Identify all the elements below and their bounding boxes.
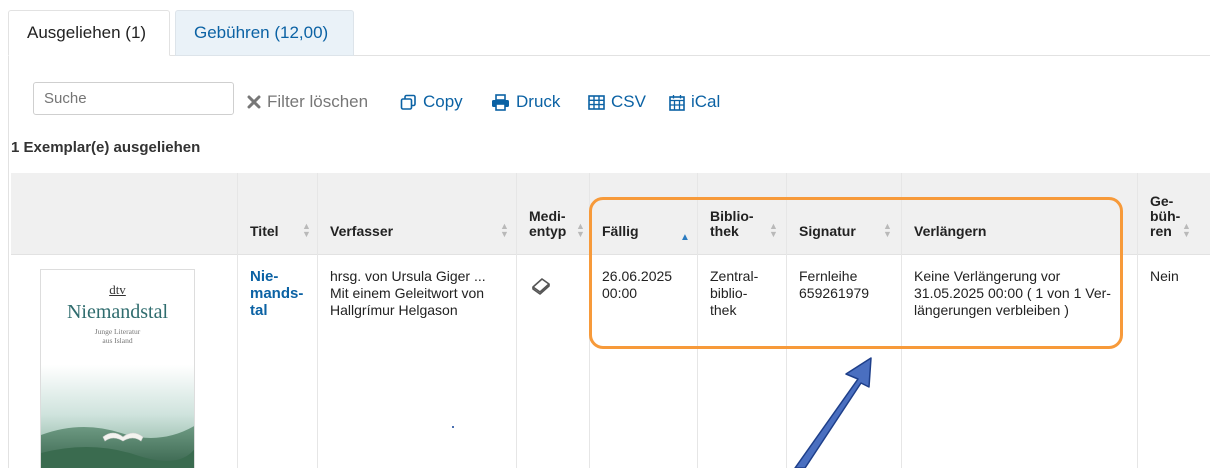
col-author-label: Verfasser bbox=[330, 223, 394, 239]
due-date: 26.06.2025 bbox=[602, 268, 673, 284]
col-renew-label: Verlängern bbox=[914, 223, 987, 239]
sort-icon: ▲ ▼ bbox=[1182, 221, 1191, 239]
ical-label: iCal bbox=[691, 92, 721, 111]
col-library-label: Biblio- thek bbox=[710, 209, 754, 239]
library-line: Zentral- bbox=[710, 268, 759, 284]
book-cover-image[interactable]: dtv Niemandstal Junge Literatur aus Isla… bbox=[40, 269, 195, 468]
col-cover bbox=[11, 173, 237, 255]
sort-icon: ▲ ▼ bbox=[500, 221, 509, 239]
col-fees-label-line: büh- bbox=[1150, 208, 1181, 224]
sort-icon: ▲ ▼ bbox=[883, 221, 892, 239]
table-header: Titel ▲ ▼ Verfasser ▲ ▼ Medi- entyp ▲ ▼ Fäl… bbox=[11, 173, 1210, 255]
sort-icon: ▲ ▼ bbox=[576, 221, 585, 239]
cover-publisher: dtv bbox=[109, 282, 126, 297]
title-link[interactable]: Nie- mands- tal bbox=[250, 268, 303, 319]
author-line: Hallgrímur Helgason bbox=[330, 302, 458, 318]
col-media-type-label-line: Medi- bbox=[529, 208, 566, 224]
print-label: Druck bbox=[516, 92, 561, 111]
author-line: hrsg. von Ursula Giger ... bbox=[330, 268, 486, 284]
cell-title: Nie- mands- tal bbox=[237, 255, 317, 468]
title-line: Nie- bbox=[250, 268, 279, 285]
col-renew: Verlängern bbox=[901, 173, 1137, 255]
col-shelfmark-label: Signatur bbox=[799, 223, 856, 239]
sort-icon: ▲ ▼ bbox=[769, 221, 778, 239]
cell-due: 26.06.2025 00:00 bbox=[589, 255, 697, 468]
ical-button[interactable]: iCal bbox=[669, 92, 720, 112]
col-media-type[interactable]: Medi- entyp ▲ ▼ bbox=[516, 173, 589, 255]
author-line: Mit einem Geleitwort von bbox=[330, 285, 485, 301]
cell-renew: Keine Verlängerung vor 31.05.2025 00:00 … bbox=[901, 255, 1137, 468]
sort-asc-icon: ▲ bbox=[680, 232, 690, 243]
cover-title: Niemandstal bbox=[66, 301, 169, 323]
copy-icon bbox=[400, 94, 417, 111]
cell-media-type bbox=[516, 255, 589, 468]
title-line: mands- bbox=[250, 285, 304, 302]
cell-library: Zentral- biblio- thek bbox=[697, 255, 786, 468]
cover-subtitle-line: Junge Literatur bbox=[94, 327, 141, 336]
close-x-icon bbox=[247, 95, 261, 109]
stray-dot bbox=[452, 426, 454, 428]
renew-line: Keine Verlängerung vor bbox=[914, 268, 1061, 284]
tab-gebuehren[interactable]: Gebühren (12,00) bbox=[175, 10, 354, 56]
cell-shelfmark: Fernleihe 659261979 bbox=[786, 255, 901, 468]
cover-subtitle: Junge Literatur aus Island bbox=[41, 327, 194, 345]
col-media-type-label-line: entyp bbox=[529, 223, 567, 239]
cover-landscape-illustration bbox=[41, 365, 194, 468]
col-title[interactable]: Titel ▲ ▼ bbox=[237, 173, 317, 255]
cell-fees: Nein bbox=[1137, 255, 1210, 468]
table-icon bbox=[588, 94, 605, 110]
library-line: biblio- bbox=[710, 285, 748, 301]
col-author[interactable]: Verfasser ▲ ▼ bbox=[317, 173, 516, 255]
col-fees-label: Ge- büh- ren bbox=[1150, 194, 1180, 239]
csv-label: CSV bbox=[611, 92, 646, 111]
col-shelfmark[interactable]: Signatur ▲ ▼ bbox=[786, 173, 901, 255]
copy-label: Copy bbox=[423, 92, 463, 111]
checkout-count: 1 Exemplar(e) ausgeliehen bbox=[11, 139, 201, 156]
due-time: 00:00 bbox=[602, 285, 638, 301]
clear-filter-button[interactable]: Filter löschen bbox=[247, 92, 368, 112]
tab-ausgeliehen[interactable]: Ausgeliehen (1) bbox=[8, 10, 170, 56]
col-library[interactable]: Biblio- thek ▲ ▼ bbox=[697, 173, 786, 255]
renew-line: längerungen verbleiben ) bbox=[914, 302, 1069, 318]
print-icon bbox=[491, 93, 510, 111]
search-input[interactable] bbox=[33, 82, 234, 115]
clear-filter-label: Filter löschen bbox=[267, 92, 369, 111]
col-title-label: Titel bbox=[250, 223, 279, 239]
sort-icon: ▲ ▼ bbox=[302, 221, 311, 239]
cell-author: hrsg. von Ursula Giger ... Mit einem Gel… bbox=[317, 255, 516, 468]
col-fees[interactable]: Ge- büh- ren ▲ ▼ bbox=[1137, 173, 1210, 255]
print-button[interactable]: Druck bbox=[491, 92, 560, 112]
col-media-type-label: Medi- entyp bbox=[529, 209, 566, 239]
col-due[interactable]: Fällig ▲ bbox=[589, 173, 697, 255]
calendar-icon bbox=[669, 94, 685, 111]
col-fees-label-line: ren bbox=[1150, 223, 1172, 239]
cover-subtitle-line: aus Island bbox=[102, 336, 133, 345]
fees-value: Nein bbox=[1150, 268, 1179, 284]
shelfmark-line: Fernleihe bbox=[799, 268, 858, 284]
tab-bar: Ausgeliehen (1) Gebühren (12,00) bbox=[8, 10, 1210, 56]
copy-button[interactable]: Copy bbox=[400, 92, 463, 112]
col-fees-label-line: Ge- bbox=[1150, 193, 1174, 209]
book-icon bbox=[531, 277, 551, 299]
library-line: thek bbox=[710, 302, 737, 318]
shelfmark-line: 659261979 bbox=[799, 285, 870, 301]
col-library-label-line: thek bbox=[710, 223, 739, 239]
renew-line: 31.05.2025 00:00 ( 1 von 1 Ver- bbox=[914, 285, 1111, 301]
col-library-label-line: Biblio- bbox=[710, 208, 754, 224]
csv-button[interactable]: CSV bbox=[588, 92, 646, 112]
col-due-label: Fällig bbox=[602, 223, 639, 239]
title-line: tal bbox=[250, 302, 268, 319]
